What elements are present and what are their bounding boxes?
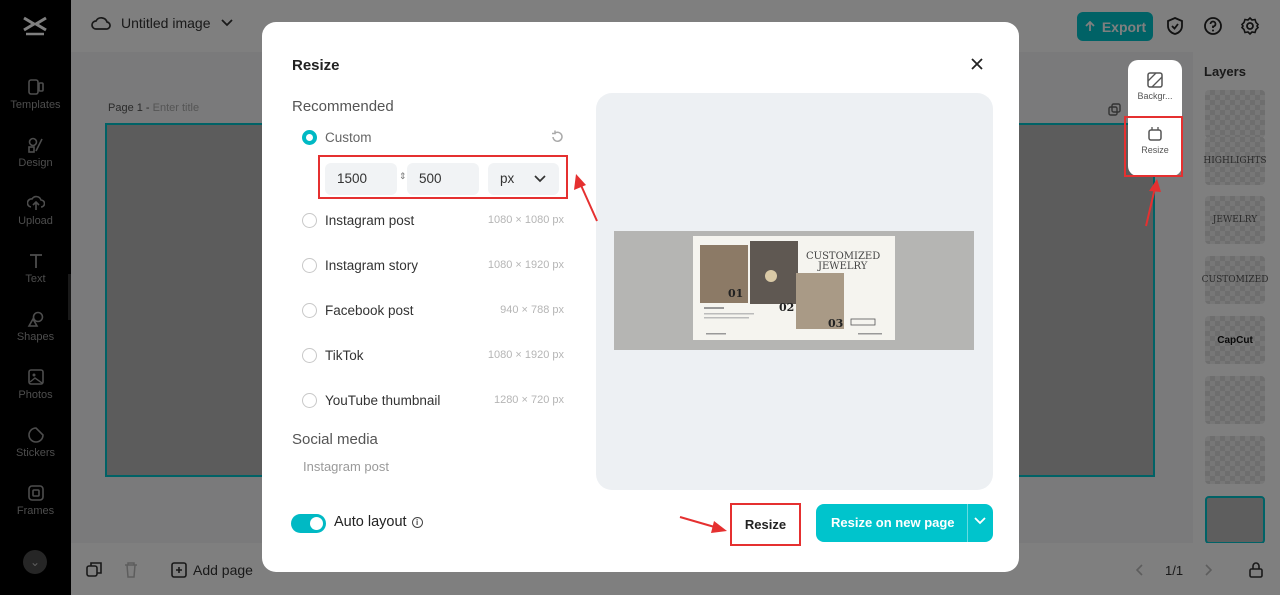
- radio-selected[interactable]: [302, 129, 317, 145]
- preview-image: CUSTOMIZED JEWELRY 01 02 03: [614, 231, 974, 350]
- preview-number-1: 01: [728, 287, 743, 300]
- radio[interactable]: [302, 392, 317, 408]
- preview-number-3: 03: [828, 317, 843, 330]
- option-instagram-post[interactable]: Instagram post 1080 × 1080 px: [302, 209, 564, 231]
- option-label: Facebook post: [325, 302, 414, 318]
- radio[interactable]: [302, 257, 317, 273]
- info-icon[interactable]: i: [411, 516, 423, 528]
- option-label: TikTok: [325, 347, 364, 363]
- dialog-title: Resize: [292, 57, 340, 74]
- recommended-heading: Recommended: [292, 98, 394, 115]
- option-label: YouTube thumbnail: [325, 392, 441, 408]
- resize-button[interactable]: Resize: [730, 503, 801, 546]
- radio[interactable]: [302, 212, 317, 228]
- option-instagram-story[interactable]: Instagram story 1080 × 1920 px: [302, 254, 564, 276]
- option-facebook-post[interactable]: Facebook post 940 × 788 px: [302, 299, 564, 321]
- radio[interactable]: [302, 347, 317, 363]
- background-icon: [1147, 72, 1163, 88]
- reset-icon[interactable]: [550, 130, 564, 144]
- resize-dialog: Resize Recommended Custom 1500 ⇕ 500 px …: [262, 22, 1019, 572]
- unit-value: px: [500, 171, 515, 186]
- option-dims: 1080 × 1080 px: [487, 214, 564, 226]
- auto-layout-label: Auto layout: [334, 514, 407, 530]
- custom-dimensions-highlight: 1500 ⇕ 500 px: [318, 155, 568, 199]
- option-youtube-thumbnail[interactable]: YouTube thumbnail 1280 × 720 px: [302, 389, 564, 411]
- option-dims: 1080 × 1920 px: [487, 349, 564, 361]
- option-label: Instagram post: [325, 212, 415, 228]
- option-tiktok[interactable]: TikTok 1080 × 1920 px: [302, 344, 564, 366]
- radio[interactable]: [302, 302, 317, 318]
- social-media-heading: Social media: [292, 431, 378, 448]
- option-custom[interactable]: Custom: [302, 126, 564, 148]
- option-dims: 940 × 788 px: [500, 304, 564, 316]
- close-icon[interactable]: [967, 54, 987, 74]
- background-tool[interactable]: Backgr...: [1128, 72, 1182, 101]
- height-input[interactable]: 500: [407, 163, 479, 195]
- preview-number-2: 02: [779, 301, 794, 314]
- social-first-item[interactable]: Instagram post: [303, 459, 389, 474]
- link-dimensions-icon[interactable]: ⇕: [399, 171, 407, 182]
- option-label: Instagram story: [325, 257, 419, 273]
- chevron-down-icon[interactable]: [974, 517, 986, 525]
- resize-preview: CUSTOMIZED JEWELRY 01 02 03: [596, 93, 993, 490]
- width-input[interactable]: 1500: [325, 163, 397, 195]
- auto-layout-label-wrap: Auto layout i: [334, 514, 423, 530]
- resize-on-new-page-button[interactable]: Resize on new page: [816, 504, 993, 542]
- resize-button-label: Resize: [744, 517, 787, 532]
- resize-tool-highlight: [1124, 116, 1183, 177]
- option-dims: 1080 × 1920 px: [487, 259, 564, 271]
- preview-heading-2: JEWELRY: [817, 261, 868, 272]
- resize-new-label: Resize on new page: [831, 515, 955, 530]
- background-tool-label: Backgr...: [1137, 91, 1173, 101]
- chevron-down-icon: [534, 175, 546, 183]
- unit-select[interactable]: px: [488, 163, 559, 195]
- option-dims: 1280 × 720 px: [493, 394, 564, 406]
- option-label: Custom: [325, 129, 372, 145]
- auto-layout-toggle[interactable]: [291, 514, 326, 533]
- split-divider: [967, 504, 968, 542]
